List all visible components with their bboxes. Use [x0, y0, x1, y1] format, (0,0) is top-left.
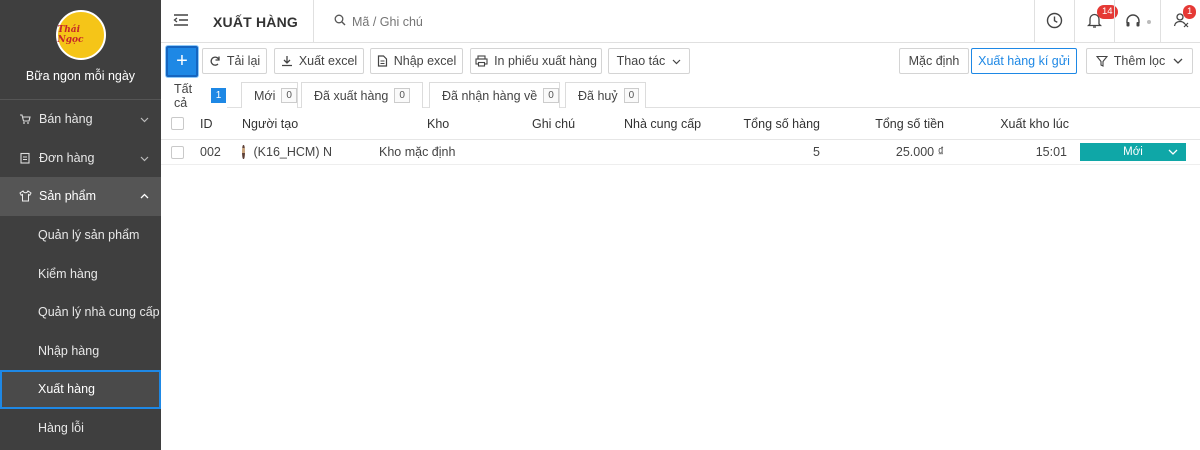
sidebar-subitem-export[interactable]: Xuất hàng [0, 370, 161, 409]
tab-count-badge: 1 [211, 88, 226, 103]
column-header[interactable]: Nhà cung cấp [624, 108, 701, 139]
status-dropdown[interactable]: Mới [1080, 143, 1186, 161]
search-box [313, 0, 613, 43]
filter-icon [1095, 55, 1108, 67]
tab-count-badge: 0 [623, 88, 640, 103]
consignment-export-button[interactable]: Xuất hàng kí gửi [971, 48, 1077, 74]
sidebar-subitem-product-management[interactable]: Quản lý sản phẩm [0, 216, 161, 255]
refresh-icon [209, 55, 221, 67]
user-badge: 1 [1183, 5, 1197, 19]
select-all-checkbox[interactable] [171, 117, 184, 130]
row-checkbox[interactable] [171, 145, 184, 159]
top-header: XUẤT HÀNG 14 1 [161, 0, 1200, 43]
user-menu-button[interactable]: 1 [1160, 0, 1200, 43]
table-header: ID Người tạo Kho Ghi chú Nhà cung cấp Tổ… [161, 108, 1200, 140]
add-filter-button[interactable]: Thêm lọc [1086, 48, 1193, 74]
tab-cancelled[interactable]: Đã huỷ 0 [565, 82, 646, 108]
menu-toggle-icon[interactable] [173, 13, 189, 30]
cell-warehouse: Kho mặc định [379, 145, 456, 159]
chevron-down-icon [672, 57, 681, 66]
add-button[interactable]: + [166, 46, 198, 77]
search-icon [334, 14, 346, 29]
column-header[interactable]: Ghi chú [532, 108, 575, 139]
export-table: ID Người tạo Kho Ghi chú Nhà cung cấp Tổ… [161, 108, 1200, 165]
tab-new[interactable]: Mới 0 [241, 82, 298, 108]
support-button[interactable] [1114, 0, 1160, 43]
clock-icon [1046, 12, 1063, 32]
row-select-cell [171, 140, 184, 164]
sidebar-item-label: Đơn hàng [39, 150, 95, 165]
notifications-button[interactable]: 14 [1074, 0, 1118, 43]
sidebar-subitem-supplier-management[interactable]: Quản lý nhà cung cấp [0, 293, 161, 332]
tab-exported[interactable]: Đã xuất hàng 0 [301, 82, 423, 108]
sidebar-item-orders[interactable]: Đơn hàng [0, 139, 161, 178]
import-excel-button[interactable]: Nhập excel [370, 48, 463, 74]
print-export-slip-button[interactable]: In phiếu xuất hàng [470, 48, 602, 74]
cell-total-items: 5 [813, 145, 820, 159]
file-icon [377, 55, 388, 67]
column-header[interactable]: Người tạo [242, 108, 298, 139]
column-header[interactable]: Tổng số tiền [844, 108, 944, 139]
default-view-button[interactable]: Mặc định [899, 48, 969, 74]
sidebar-subitem-import[interactable]: Nhập hàng [0, 332, 161, 371]
tab-count-badge: 0 [543, 88, 559, 103]
download-icon [281, 55, 293, 67]
sidebar: Thái Ngọc Bữa ngon mỗi ngày Bán hàng Đơn… [0, 0, 161, 450]
sidebar-item-products[interactable]: Sản phẩm [0, 177, 161, 216]
chevron-down-icon [140, 152, 149, 166]
printer-icon [475, 55, 488, 67]
sidebar-item-label: Bán hàng [39, 112, 93, 127]
column-header[interactable]: ID [200, 108, 213, 139]
sidebar-item-label: Sản phẩm [39, 189, 96, 204]
column-header[interactable]: Tổng số hàng [721, 108, 820, 139]
status-dot-icon [1146, 19, 1151, 24]
tab-count-badge: 0 [281, 88, 297, 103]
clipboard-icon [19, 152, 33, 164]
tab-count-badge: 0 [394, 88, 410, 103]
sidebar-subitem-defective[interactable]: Hàng lỗi [0, 409, 161, 448]
column-header[interactable]: Kho [427, 108, 449, 139]
chevron-down-icon [1168, 147, 1178, 160]
avatar [242, 145, 245, 159]
cell-exported-at: 15:01 [1035, 145, 1067, 159]
actions-dropdown[interactable]: Thao tác [608, 48, 690, 74]
chevron-down-icon [1173, 56, 1183, 66]
status-tabs: Tất cả 1 Mới 0 Đã xuất hàng 0 Đã nhận hà… [161, 81, 1200, 110]
cart-icon [19, 113, 33, 125]
history-button[interactable] [1034, 0, 1074, 43]
select-all-cell [171, 108, 184, 139]
brand-logo[interactable]: Thái Ngọc [55, 10, 106, 60]
sidebar-item-sales[interactable]: Bán hàng [0, 100, 161, 139]
chevron-up-icon [140, 190, 149, 204]
column-header[interactable]: Xuất kho lúc [971, 108, 1069, 139]
header-actions: 14 1 [1034, 0, 1200, 43]
export-excel-button[interactable]: Xuất excel [274, 48, 364, 74]
brand-name: Bữa ngon mỗi ngày [25, 69, 136, 83]
tab-all[interactable]: Tất cả 1 [161, 82, 227, 110]
headset-icon [1125, 13, 1141, 31]
tab-received-back[interactable]: Đã nhận hàng về 0 [429, 82, 560, 108]
toolbar: + Tải lại Xuất excel Nhập excel In phiếu… [161, 43, 1200, 81]
brand: Thái Ngọc Bữa ngon mỗi ngày [0, 0, 161, 100]
cell-id: 002 [200, 145, 221, 159]
cell-creator: (K16_HCM) N [242, 140, 332, 164]
cell-total-amount: 25.000 ₫ [895, 145, 944, 159]
reload-button[interactable]: Tải lại [202, 48, 267, 74]
chevron-down-icon [140, 113, 149, 127]
shirt-icon [19, 190, 33, 202]
search-input[interactable] [352, 14, 552, 29]
sidebar-subitem-stock-check[interactable]: Kiểm hàng [0, 254, 161, 293]
table-row[interactable]: 002 (K16_HCM) N Kho mặc định 5 25.000 ₫ … [161, 140, 1200, 165]
page-title: XUẤT HÀNG [213, 14, 299, 30]
